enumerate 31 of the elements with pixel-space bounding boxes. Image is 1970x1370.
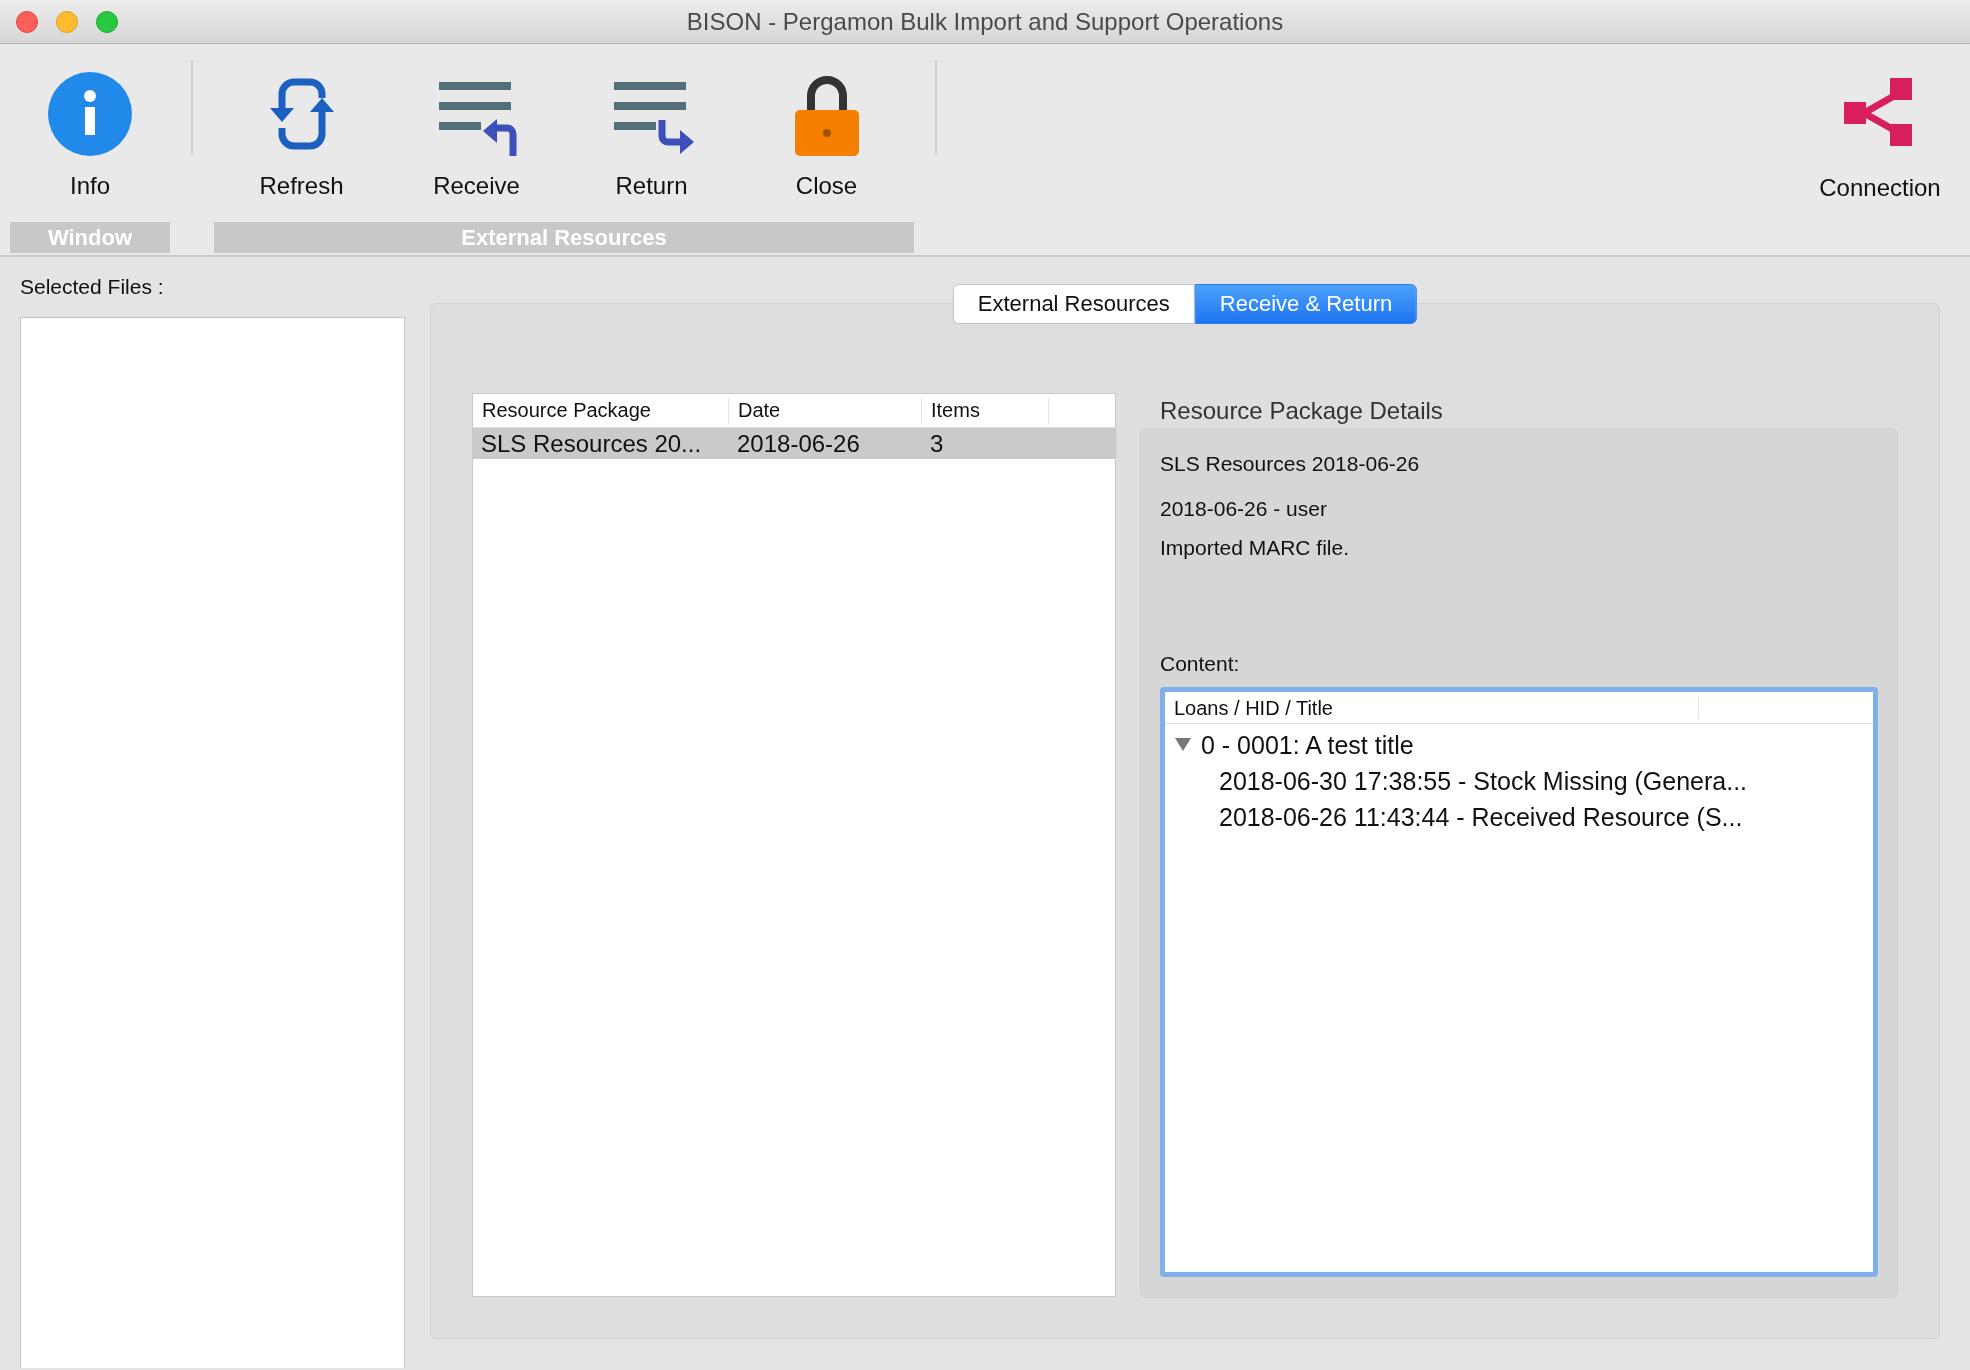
disclosure-triangle-icon[interactable] <box>1175 738 1191 752</box>
segment-tab[interactable]: External Resources <box>952 284 1195 324</box>
toolbar-button[interactable]: Receive <box>389 44 564 222</box>
tree-item[interactable]: 2018-06-26 11:43:44 - Received Resource (S... <box>1219 802 1743 832</box>
selected-files-label: Selected Files : <box>20 275 165 300</box>
window-title: BISON - Pergamon Bulk Import and Support Operations <box>685 7 1285 37</box>
content-label: Content: <box>1160 651 1241 677</box>
table-row[interactable]: SLS Resources 20... 2018-06-26 3 <box>473 428 1115 459</box>
toolbar-button[interactable]: Connection <box>1790 44 1970 255</box>
zoom-window-button[interactable] <box>96 11 118 33</box>
table-cell-text: 3 <box>929 429 945 459</box>
info-icon <box>48 72 132 156</box>
tree-item[interactable]: 0 - 0001: A test title <box>1201 730 1414 760</box>
column-header[interactable]: Date <box>729 398 922 423</box>
toolbar-button[interactable]: Refresh <box>214 44 389 222</box>
detail-text: Imported MARC file. <box>1160 535 1351 561</box>
toolbar-button[interactable]: Close <box>739 44 914 222</box>
column-header[interactable]: Loans / HID / Title <box>1165 696 1699 719</box>
content-tree[interactable]: Loans / HID / Title 0 - 0001: A test title 2018-06-30 17:38:55 - Stock Missing (Genera... 2018-06-26 11:43:44 - Received Resource (S... <box>1160 687 1878 1277</box>
detail-text: 2018-06-26 - user <box>1160 496 1328 522</box>
toolbar-button[interactable]: Info <box>10 44 170 222</box>
table-cell-text: 2018-06-26 <box>736 429 861 459</box>
column-header[interactable]: Resource Package <box>473 398 729 423</box>
details-title: Resource Package Details <box>1159 396 1444 426</box>
tree-item[interactable]: 2018-06-30 17:38:55 - Stock Missing (Genera... <box>1219 766 1748 796</box>
toolbar-button[interactable]: Return <box>564 44 739 222</box>
detail-text: SLS Resources 2018-06-26 <box>1160 451 1421 477</box>
minimize-window-button[interactable] <box>56 11 78 33</box>
table-cell-text: SLS Resources 20... <box>480 429 703 459</box>
close-window-button[interactable] <box>16 11 38 33</box>
column-header[interactable]: Items <box>922 398 1049 423</box>
